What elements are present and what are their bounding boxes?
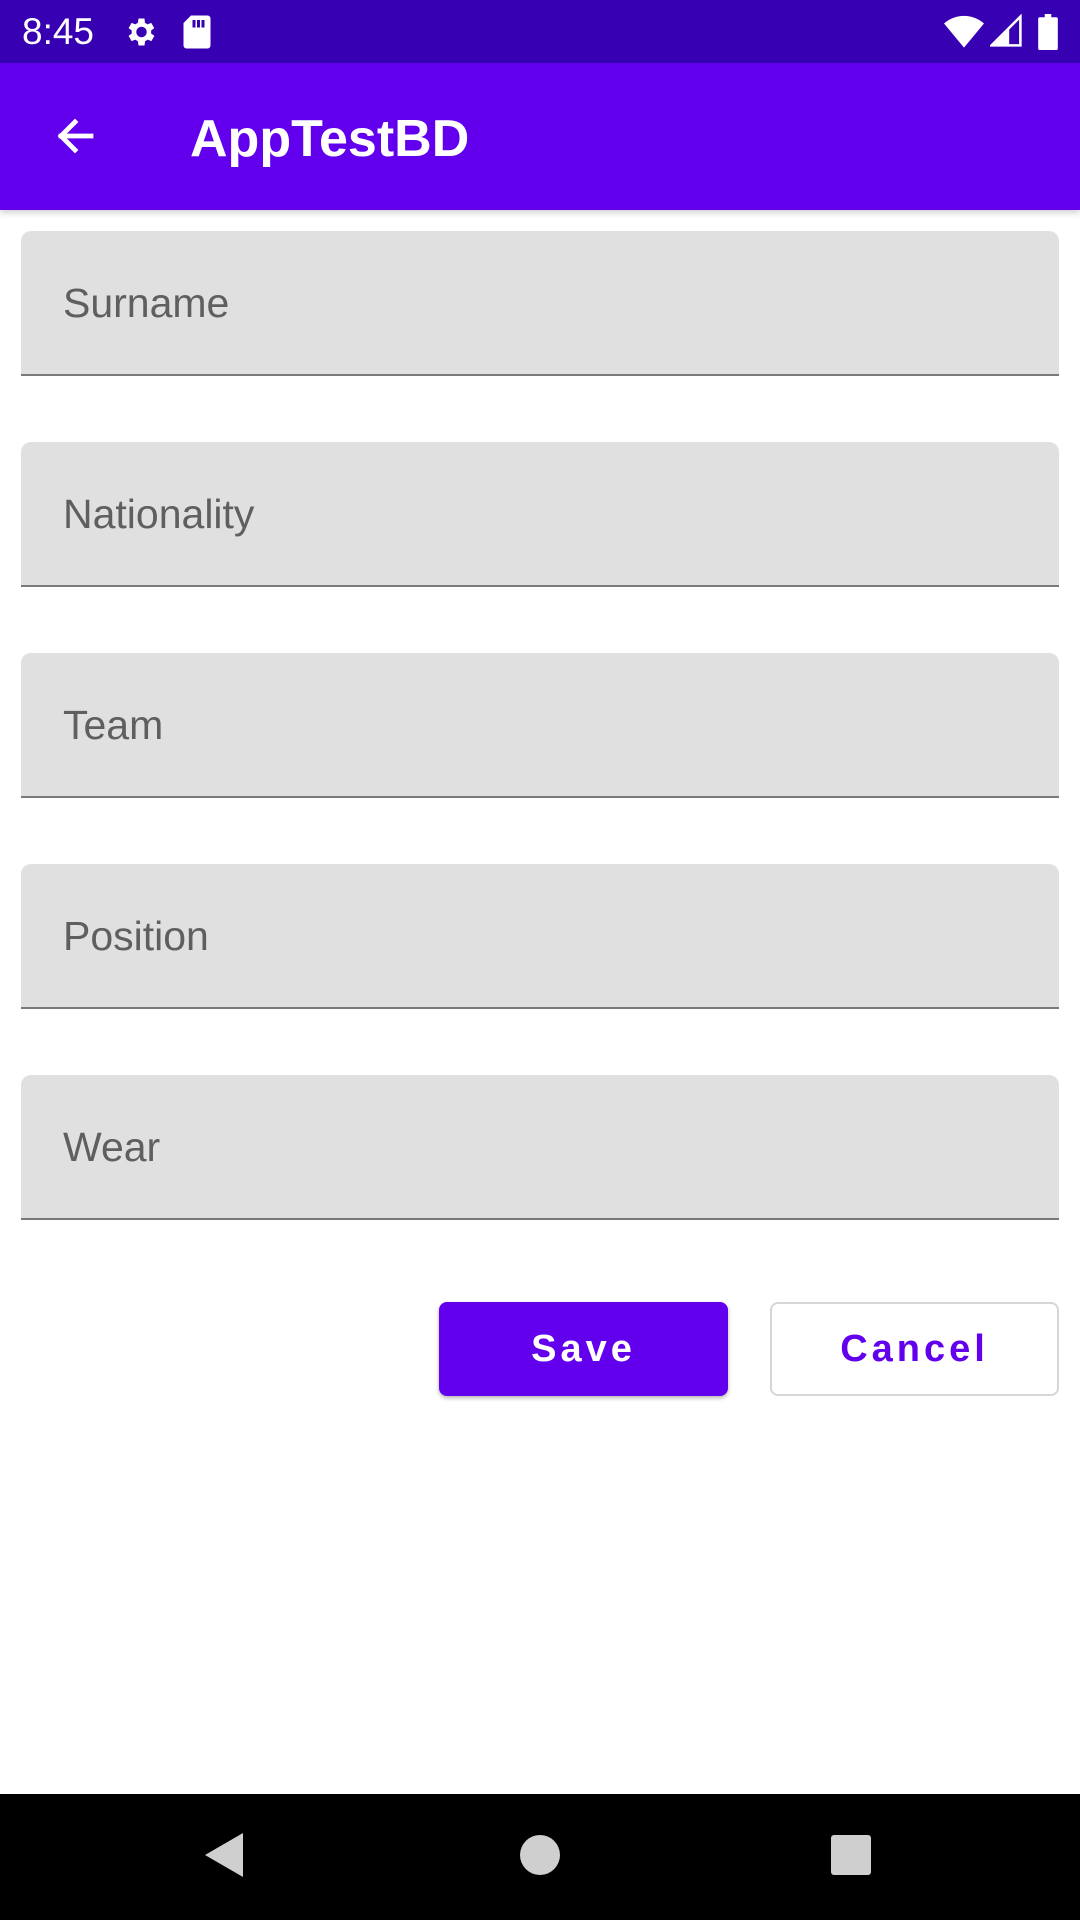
back-triangle-icon [203,1831,247,1884]
surname-label: Surname [63,280,230,326]
navigation-bar [0,1794,1080,1920]
nav-home-button[interactable] [507,1824,573,1890]
wear-label: Wear [63,1124,161,1170]
surname-field[interactable]: Surname [21,231,1059,376]
signal-icon [988,13,1022,53]
home-circle-icon [518,1833,562,1882]
position-field[interactable]: Position [21,864,1059,1009]
wifi-icon [944,14,984,53]
app-title: AppTestBD [190,110,470,168]
nav-recents-button[interactable] [818,1824,884,1890]
battery-icon [1038,14,1058,55]
arrow-back-icon [51,112,99,165]
nav-back-button[interactable] [192,1824,258,1890]
position-label: Position [63,913,209,959]
team-label: Team [63,702,164,748]
gear-icon [122,14,158,55]
nationality-field[interactable]: Nationality [21,442,1059,587]
team-field[interactable]: Team [21,653,1059,798]
save-button[interactable]: Save [439,1302,728,1396]
sd-card-icon [182,14,212,55]
status-bar: 8:45 [0,0,1080,63]
wear-field[interactable]: Wear [21,1075,1059,1220]
app-bar: AppTestBD [0,63,1080,210]
status-time: 8:45 [22,11,95,52]
nationality-label: Nationality [63,491,255,537]
back-button[interactable] [36,103,114,173]
cancel-button[interactable]: Cancel [770,1302,1059,1396]
recents-square-icon [831,1834,871,1880]
